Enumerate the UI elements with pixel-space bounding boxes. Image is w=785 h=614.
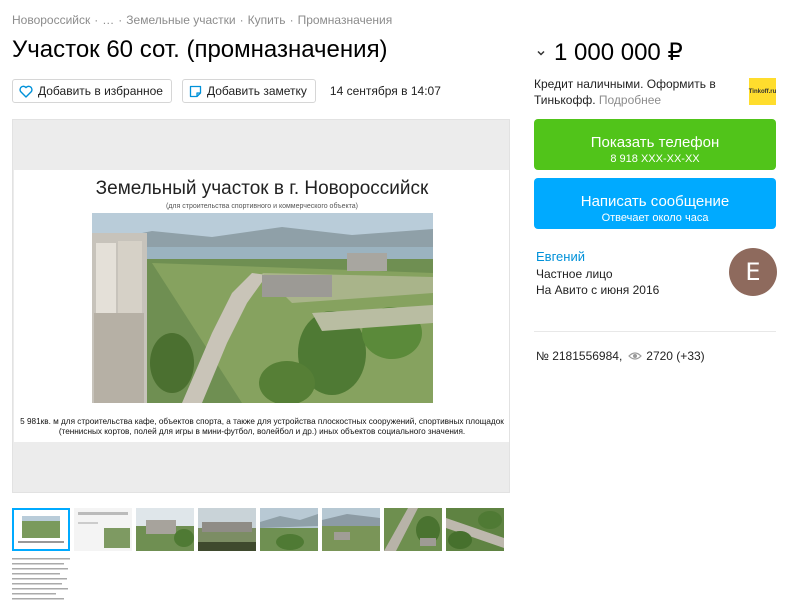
add-to-favorites-button[interactable]: Добавить в избранное	[12, 79, 172, 103]
publish-date: 14 сентября в 14:07	[329, 84, 441, 98]
tinkoff-logo[interactable]: Tinkoff.ru	[749, 78, 776, 105]
write-message-button[interactable]: Написать сообщение Отвечает около часа	[534, 178, 776, 229]
seller-name-link[interactable]: Евгений	[536, 249, 659, 265]
heart-icon	[19, 85, 33, 98]
add-note-label: Добавить заметку	[206, 84, 307, 98]
gallery-slide: Земельный участок в г. Новороссийск (для…	[14, 170, 509, 442]
note-icon	[189, 85, 202, 97]
listing-actions: Добавить в избранное Добавить заметку 14…	[12, 79, 441, 103]
breadcrumb-item-buy[interactable]: Купить	[248, 13, 286, 27]
seller-type: Частное лицо	[536, 267, 613, 281]
thumbnail-5[interactable]	[260, 508, 318, 551]
thumbnail-strip	[12, 508, 508, 551]
thumbnail-2[interactable]	[74, 508, 132, 551]
add-note-button[interactable]: Добавить заметку	[181, 79, 316, 103]
thumbnail-6[interactable]	[322, 508, 380, 551]
view-count: 2720 (+33)	[646, 349, 705, 363]
credit-more-link[interactable]: Подробнее	[599, 93, 661, 107]
listing-price: 1 000 000 ₽	[554, 39, 683, 66]
breadcrumb-item-city[interactable]: Новороссийск	[12, 13, 90, 27]
add-to-favorites-label: Добавить в избранное	[38, 84, 163, 98]
breadcrumb-separator: ·	[289, 13, 294, 27]
price-block: 1 000 000 ₽	[534, 38, 683, 67]
thumbnail-3[interactable]	[136, 508, 194, 551]
main-image-gallery[interactable]: Земельный участок в г. Новороссийск (для…	[12, 119, 510, 493]
eye-icon	[628, 352, 643, 360]
thumbnail-document[interactable]	[12, 556, 70, 602]
thumbnail-4[interactable]	[198, 508, 256, 551]
breadcrumb-separator: ·	[118, 13, 123, 27]
price-toggle[interactable]	[534, 46, 548, 60]
listing-meta: № 2181556984, 2720 (+33)	[536, 349, 705, 363]
slide-title: Земельный участок в г. Новороссийск	[95, 178, 429, 199]
seller-info: Евгений Частное лицо На Авито с июня 201…	[536, 249, 659, 298]
avatar[interactable]: E	[729, 248, 777, 296]
thumbnail-1[interactable]	[12, 508, 70, 551]
divider	[534, 331, 776, 332]
breadcrumb-item-industrial[interactable]: Промназначения	[298, 13, 393, 27]
slide-caption: 5 981кв. м для строительства кафе, объек…	[20, 417, 504, 436]
aerial-photo	[92, 213, 433, 403]
reply-time: Отвечает около часа	[601, 211, 709, 224]
seller-since: На Авито с июня 2016	[536, 283, 660, 297]
breadcrumb-separator: ·	[94, 13, 99, 27]
show-phone-button[interactable]: Показать телефон 8 918 XXX-XX-XX	[534, 119, 776, 170]
listing-id: № 2181556984,	[536, 349, 623, 363]
show-phone-label: Показать телефон	[590, 133, 720, 151]
page-title: Участок 60 сот. (промназначения)	[12, 36, 388, 63]
credit-offer: Кредит наличными. Оформить в Тинькофф. П…	[534, 76, 734, 108]
thumbnail-7[interactable]	[384, 508, 442, 551]
thumbnail-8[interactable]	[446, 508, 504, 551]
breadcrumb-separator: ·	[239, 13, 244, 27]
write-message-label: Написать сообщение	[580, 192, 730, 210]
breadcrumb-item-ellipsis[interactable]: …	[102, 13, 114, 27]
slide-subtitle: (для строительства спортивного и коммерч…	[166, 203, 358, 210]
chevron-down-icon	[535, 47, 547, 58]
breadcrumb: Новороссийск ·… · Земельные участки · Купить ·…	[12, 13, 392, 27]
breadcrumb-item-land[interactable]: Земельные участки	[126, 13, 235, 27]
masked-phone-number: 8 918 XXX-XX-XX	[610, 152, 700, 165]
